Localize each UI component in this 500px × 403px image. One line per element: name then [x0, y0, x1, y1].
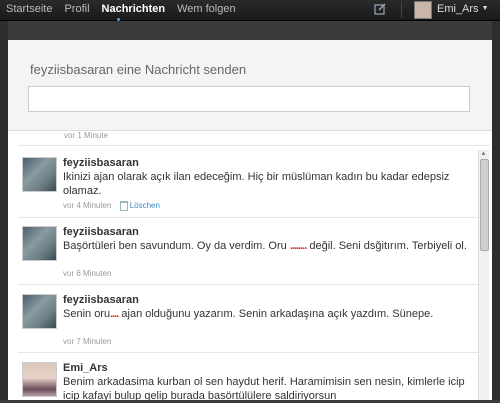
trash-icon — [119, 201, 128, 211]
avatar[interactable] — [22, 362, 57, 397]
message-meta: vor 4 Minuten Löschen — [63, 201, 160, 211]
message-text: Başörtüleri ben savundum. Oy da verdim. … — [63, 239, 473, 253]
user-menu[interactable]: Emi_Ars ▼ — [437, 0, 489, 18]
page-backdrop-left — [0, 21, 8, 400]
nav-wem-folgen[interactable]: Wem folgen — [171, 0, 242, 20]
divider — [18, 284, 480, 285]
nav-profil[interactable]: Profil — [58, 0, 95, 20]
compose-panel: feyziisbasaran eine Nachricht senden — [8, 40, 492, 131]
nav-startseite[interactable]: Startseite — [0, 0, 58, 20]
message-text: Senin oru.... ajan olduğunu yazarım. Sen… — [63, 307, 473, 321]
message-text-part: ajan olduğunu yazarım. Senin arkadaşına … — [121, 308, 434, 320]
divider — [18, 352, 480, 353]
message-username[interactable]: Emi_Ars — [63, 362, 108, 374]
user-avatar[interactable] — [414, 1, 432, 19]
page-backdrop-right — [492, 21, 500, 400]
divider — [18, 217, 480, 218]
censored-dots: ........ — [289, 240, 307, 252]
message-text-part: Başörtüleri ben savundum. Oy da verdim. … — [63, 240, 287, 252]
message-meta: vor 6 Minuten — [63, 269, 111, 278]
message-username[interactable]: feyziisbasaran — [63, 157, 139, 169]
timestamp: vor 1 Minute — [64, 131, 109, 140]
delete-button[interactable]: Löschen — [119, 201, 160, 211]
compose-icon[interactable] — [374, 3, 386, 15]
scrollbar-thumb[interactable] — [480, 159, 489, 251]
delete-label: Löschen — [129, 201, 160, 211]
avatar[interactable] — [22, 157, 57, 192]
message-time: vor 7 Minuten — [63, 337, 112, 346]
active-indicator-dot — [117, 18, 120, 21]
divider — [18, 145, 490, 146]
top-navigation-bar: Startseite Profil Nachrichten Wem folgen… — [0, 0, 500, 21]
caret-down-icon: ▼ — [481, 5, 489, 13]
primary-nav: Startseite Profil Nachrichten Wem folgen — [0, 0, 242, 20]
message-input[interactable] — [28, 86, 470, 112]
message-username[interactable]: feyziisbasaran — [63, 226, 139, 238]
message-meta: vor 7 Minuten — [63, 337, 111, 346]
censored-dots: .... — [110, 308, 119, 320]
nav-nachrichten[interactable]: Nachrichten — [96, 0, 172, 20]
username-label: Emi_Ars — [437, 3, 479, 15]
message-text: Benim arkadasima kurban ol sen haydut he… — [63, 376, 465, 402]
compose-title: feyziisbasaran eine Nachricht senden — [30, 62, 247, 77]
message-time: vor 6 Minuten — [63, 269, 112, 278]
avatar[interactable] — [22, 294, 57, 329]
scroll-up-icon[interactable]: ▲ — [479, 150, 488, 159]
message-dialog: feyziisbasaran eine Nachricht senden vor… — [8, 40, 492, 402]
message-text-part: Senin oru — [63, 308, 111, 320]
message-time: vor 4 Minuten — [63, 201, 112, 211]
topbar-divider — [401, 2, 402, 18]
message-username[interactable]: feyziisbasaran — [63, 294, 139, 306]
message-text: Ikinizi ajan olarak açık ilan edeceğim. … — [63, 171, 450, 197]
message-text-part: değil. Seni dsğitırım. Terbiyeli ol. — [309, 240, 467, 252]
avatar[interactable] — [22, 226, 57, 261]
